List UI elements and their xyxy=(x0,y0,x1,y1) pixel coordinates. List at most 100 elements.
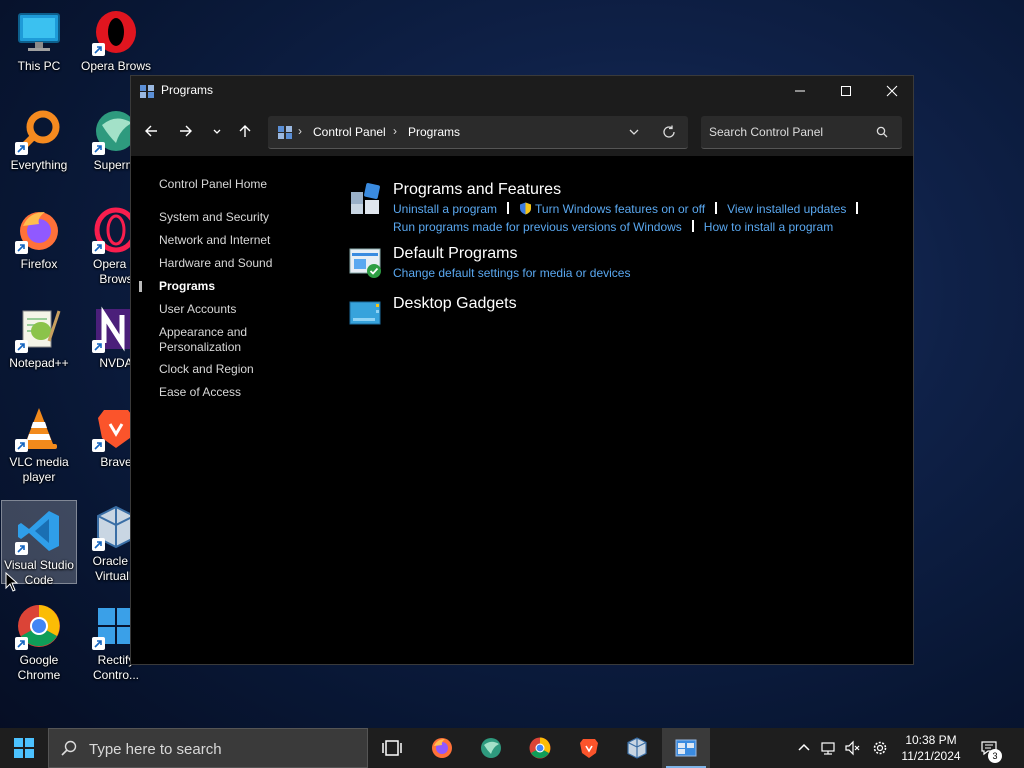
minimize-button[interactable] xyxy=(777,76,823,106)
sidebar: Control Panel Home System and Security N… xyxy=(139,177,309,408)
sidebar-item-system-and-security[interactable]: System and Security xyxy=(159,210,309,233)
speaker-muted-icon xyxy=(845,740,860,756)
category-title[interactable]: Desktop Gadgets xyxy=(393,294,899,314)
sidebar-item-ease-of-access[interactable]: Ease of Access xyxy=(159,385,309,408)
chevron-down-icon xyxy=(213,129,221,134)
taskbar-virtualbox[interactable] xyxy=(613,728,661,768)
supermium-icon xyxy=(481,738,501,758)
sidebar-item-clock-and-region[interactable]: Clock and Region xyxy=(159,362,309,385)
link-change-default-settings[interactable]: Change default settings for media or dev… xyxy=(393,266,630,280)
link-run-previous-versions[interactable]: Run programs made for previous versions … xyxy=(393,220,682,234)
sidebar-item-user-accounts[interactable]: User Accounts xyxy=(159,302,309,325)
desktop-icon-vlc[interactable]: VLC media player xyxy=(1,398,77,485)
monitor-icon xyxy=(15,8,63,56)
taskbar-search-placeholder: Type here to search xyxy=(89,741,222,758)
shortcut-arrow-icon xyxy=(15,542,28,555)
vlc-cone-icon xyxy=(15,404,63,452)
start-button[interactable] xyxy=(0,728,48,768)
link-windows-features[interactable]: Turn Windows features on or off xyxy=(535,202,705,216)
shortcut-arrow-icon xyxy=(92,538,105,551)
taskbar-control-panel[interactable] xyxy=(662,728,710,768)
shortcut-arrow-icon xyxy=(92,241,105,254)
category-title[interactable]: Default Programs xyxy=(393,244,899,264)
firefox-icon xyxy=(432,738,452,758)
sidebar-item-appearance[interactable]: Appearance and Personalization xyxy=(159,325,309,362)
control-panel-icon xyxy=(277,124,293,140)
desktop-icon-everything[interactable]: Everything xyxy=(1,101,77,173)
desktop-icon-label: Google Chrome xyxy=(17,653,61,682)
desktop-icon-label: Opera Brows xyxy=(80,59,152,73)
desktop-icon-label: This PC xyxy=(17,59,61,73)
clock[interactable]: 10:38 PM 11/21/2024 xyxy=(893,732,969,764)
search-icon xyxy=(876,126,888,138)
sidebar-item-hardware-and-sound[interactable]: Hardware and Sound xyxy=(159,256,309,279)
recent-locations-button[interactable] xyxy=(205,119,229,143)
vscode-icon xyxy=(15,507,63,555)
shortcut-arrow-icon xyxy=(15,142,28,155)
forward-arrow-icon xyxy=(180,125,192,137)
refresh-icon[interactable] xyxy=(662,125,676,139)
breadcrumb-separator: › xyxy=(393,124,397,138)
shortcut-arrow-icon xyxy=(92,439,105,452)
sidebar-item-control-panel-home[interactable]: Control Panel Home xyxy=(159,177,309,200)
desktop-icon-label: Firefox xyxy=(20,257,58,271)
shortcut-arrow-icon xyxy=(92,142,105,155)
control-panel-window: Programs › Control Panel › Programs Sear… xyxy=(130,75,914,665)
breadcrumb-control-panel[interactable]: Control Panel xyxy=(313,125,386,139)
search-icon xyxy=(61,740,77,756)
title-bar[interactable]: Programs xyxy=(131,76,913,106)
chrome-icon xyxy=(529,737,551,759)
task-view-icon xyxy=(382,740,402,756)
clock-date: 11/21/2024 xyxy=(901,749,961,763)
window-title: Programs xyxy=(161,83,214,97)
notification-count-badge: 3 xyxy=(988,749,1002,763)
taskbar-brave[interactable] xyxy=(565,728,613,768)
desktop-icon-label: VLC media player xyxy=(9,455,69,484)
volume-tray[interactable] xyxy=(842,728,862,768)
sidebar-item-network-and-internet[interactable]: Network and Internet xyxy=(159,233,309,256)
link-divider xyxy=(715,202,718,214)
close-button[interactable] xyxy=(869,76,915,106)
address-bar[interactable]: › Control Panel › Programs xyxy=(268,116,688,149)
taskbar-search-input[interactable]: Type here to search xyxy=(48,728,368,768)
desktop-icon-opera[interactable]: Opera Brows xyxy=(78,2,154,74)
taskbar-firefox[interactable] xyxy=(418,728,466,768)
shortcut-arrow-icon xyxy=(15,340,28,353)
show-hidden-icons-button[interactable] xyxy=(794,728,814,768)
desktop-icon-notepadpp[interactable]: Notepad++ xyxy=(1,299,77,371)
up-button[interactable] xyxy=(233,119,257,143)
back-button[interactable] xyxy=(139,119,163,143)
link-how-to-install[interactable]: How to install a program xyxy=(704,220,833,234)
mouse-cursor-icon xyxy=(5,572,19,592)
category-default-programs: Default Programs Change default settings… xyxy=(349,244,899,294)
settings-tray[interactable] xyxy=(869,728,891,768)
desktop-icon-label: Everything xyxy=(10,158,68,172)
link-view-installed-updates[interactable]: View installed updates xyxy=(727,202,846,216)
taskbar-chrome[interactable] xyxy=(516,728,564,768)
back-arrow-icon xyxy=(145,125,157,137)
network-tray[interactable] xyxy=(818,728,838,768)
desktop-icon-this-pc[interactable]: This PC xyxy=(1,2,77,74)
close-icon xyxy=(886,85,898,97)
maximize-button[interactable] xyxy=(823,76,869,106)
category-desktop-gadgets: Desktop Gadgets xyxy=(349,294,899,330)
shortcut-arrow-icon xyxy=(92,43,105,56)
shortcut-arrow-icon xyxy=(15,241,28,254)
category-title[interactable]: Programs and Features xyxy=(393,180,899,200)
address-dropdown-icon[interactable] xyxy=(628,126,640,138)
clock-time: 10:38 PM xyxy=(905,733,957,747)
forward-button[interactable] xyxy=(174,119,198,143)
link-divider xyxy=(691,220,694,232)
sidebar-item-programs[interactable]: Programs xyxy=(139,279,309,302)
desktop-icon-firefox[interactable]: Firefox xyxy=(1,200,77,272)
minimize-icon xyxy=(795,90,805,92)
breadcrumb-programs[interactable]: Programs xyxy=(408,125,460,139)
search-input[interactable]: Search Control Panel xyxy=(701,116,902,149)
link-uninstall-program[interactable]: Uninstall a program xyxy=(393,202,497,216)
shortcut-arrow-icon xyxy=(15,637,28,650)
uac-shield-icon xyxy=(520,202,532,215)
taskbar-supermium[interactable] xyxy=(467,728,515,768)
desktop-icon-chrome[interactable]: Google Chrome xyxy=(1,596,77,683)
opera-icon xyxy=(92,8,140,56)
taskbar-task-view[interactable] xyxy=(368,728,416,768)
